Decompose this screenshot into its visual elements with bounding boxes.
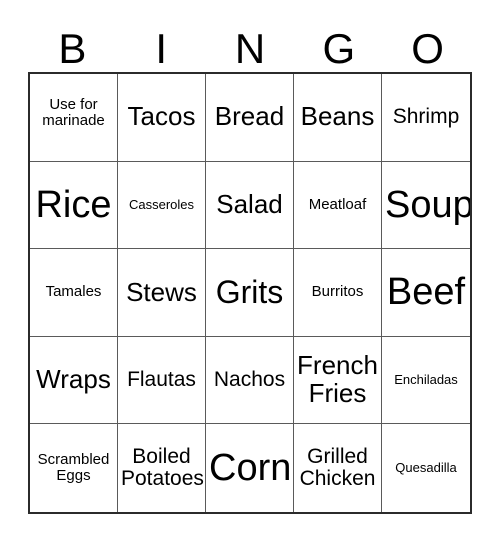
header-letter-o: O xyxy=(411,25,444,72)
bingo-cell-label: Use for marinade xyxy=(42,96,105,130)
bingo-cell-label: Nachos xyxy=(213,367,286,391)
bingo-cell-label: Wraps xyxy=(36,364,111,395)
bingo-header-row: B I N G O xyxy=(28,18,472,72)
bingo-cell[interactable]: Grilled Chicken xyxy=(294,424,382,512)
header-letter-n: N xyxy=(234,25,266,72)
bingo-cell-label: Scrambled Eggs xyxy=(37,451,110,485)
bingo-cell[interactable]: Stews xyxy=(118,249,206,337)
bingo-cell-label: Burritos xyxy=(311,283,364,301)
bingo-cell-label: Grits xyxy=(215,274,284,311)
bingo-cell[interactable]: Scrambled Eggs xyxy=(30,424,118,512)
bingo-cell[interactable]: Bread xyxy=(206,74,294,162)
bingo-cell[interactable]: Use for marinade xyxy=(30,74,118,162)
bingo-cell-label: Stews xyxy=(126,276,197,307)
bingo-cell-label: Grilled Chicken xyxy=(299,444,376,491)
bingo-cell[interactable]: Casseroles xyxy=(118,161,206,250)
bingo-cell-label: Corn xyxy=(209,446,292,489)
bingo-cell[interactable]: Grits xyxy=(206,249,294,337)
bingo-cell[interactable]: Quesadilla xyxy=(382,424,470,512)
bingo-cell[interactable]: Shrimp xyxy=(382,74,470,162)
bingo-cell[interactable]: Beef xyxy=(382,249,470,337)
bingo-cell[interactable]: Tamales xyxy=(30,249,118,337)
bingo-cell[interactable]: Soup xyxy=(382,161,470,250)
bingo-cell[interactable]: Beans xyxy=(294,74,382,162)
bingo-cell[interactable]: Enchiladas xyxy=(382,336,470,425)
bingo-cell[interactable]: Corn xyxy=(206,424,294,512)
bingo-cell-label: Soup xyxy=(385,183,470,226)
bingo-cell-label: Rice xyxy=(35,183,112,226)
bingo-cell-label: Flautas xyxy=(127,367,196,391)
bingo-cell[interactable]: Flautas xyxy=(118,336,206,425)
bingo-cell-label: Boiled Potatoes xyxy=(121,444,204,491)
bingo-cell-label: Tamales xyxy=(45,283,102,301)
bingo-cell-label: Beef xyxy=(386,271,466,314)
bingo-cell-label: French Fries xyxy=(297,350,378,409)
bingo-grid: Use for marinade Tacos Bread Beans Shrimp Ric… xyxy=(28,72,472,514)
bingo-cell[interactable]: Tacos xyxy=(118,74,206,162)
header-letter-i: I xyxy=(155,25,168,72)
bingo-cell[interactable]: French Fries xyxy=(294,336,382,425)
bingo-cell[interactable]: Nachos xyxy=(206,336,294,425)
bingo-cell-label: Salad xyxy=(216,188,283,219)
header-letter-g: G xyxy=(322,25,356,72)
bingo-cell[interactable]: Boiled Potatoes xyxy=(118,424,206,512)
bingo-cell[interactable]: Wraps xyxy=(30,336,118,425)
bingo-cell[interactable]: Salad xyxy=(206,161,294,250)
bingo-cell-label: Tacos xyxy=(127,101,196,132)
bingo-cell[interactable]: Meatloaf xyxy=(294,161,382,250)
header-letter-b: B xyxy=(58,25,87,72)
bingo-cell[interactable]: Rice xyxy=(30,161,118,250)
bingo-cell-label: Quesadilla xyxy=(395,460,457,476)
bingo-cell[interactable]: Burritos xyxy=(294,249,382,337)
bingo-cell-label: Casseroles xyxy=(128,196,195,212)
bingo-cell-label: Beans xyxy=(300,101,375,132)
bingo-cell-label: Meatloaf xyxy=(308,195,367,213)
bingo-cell-label: Shrimp xyxy=(392,105,460,129)
bingo-card: B I N G O Use for marinade Tacos Bread Bean… xyxy=(0,0,500,544)
bingo-cell-label: Bread xyxy=(214,101,285,132)
bingo-cell-label: Enchiladas xyxy=(394,372,458,388)
